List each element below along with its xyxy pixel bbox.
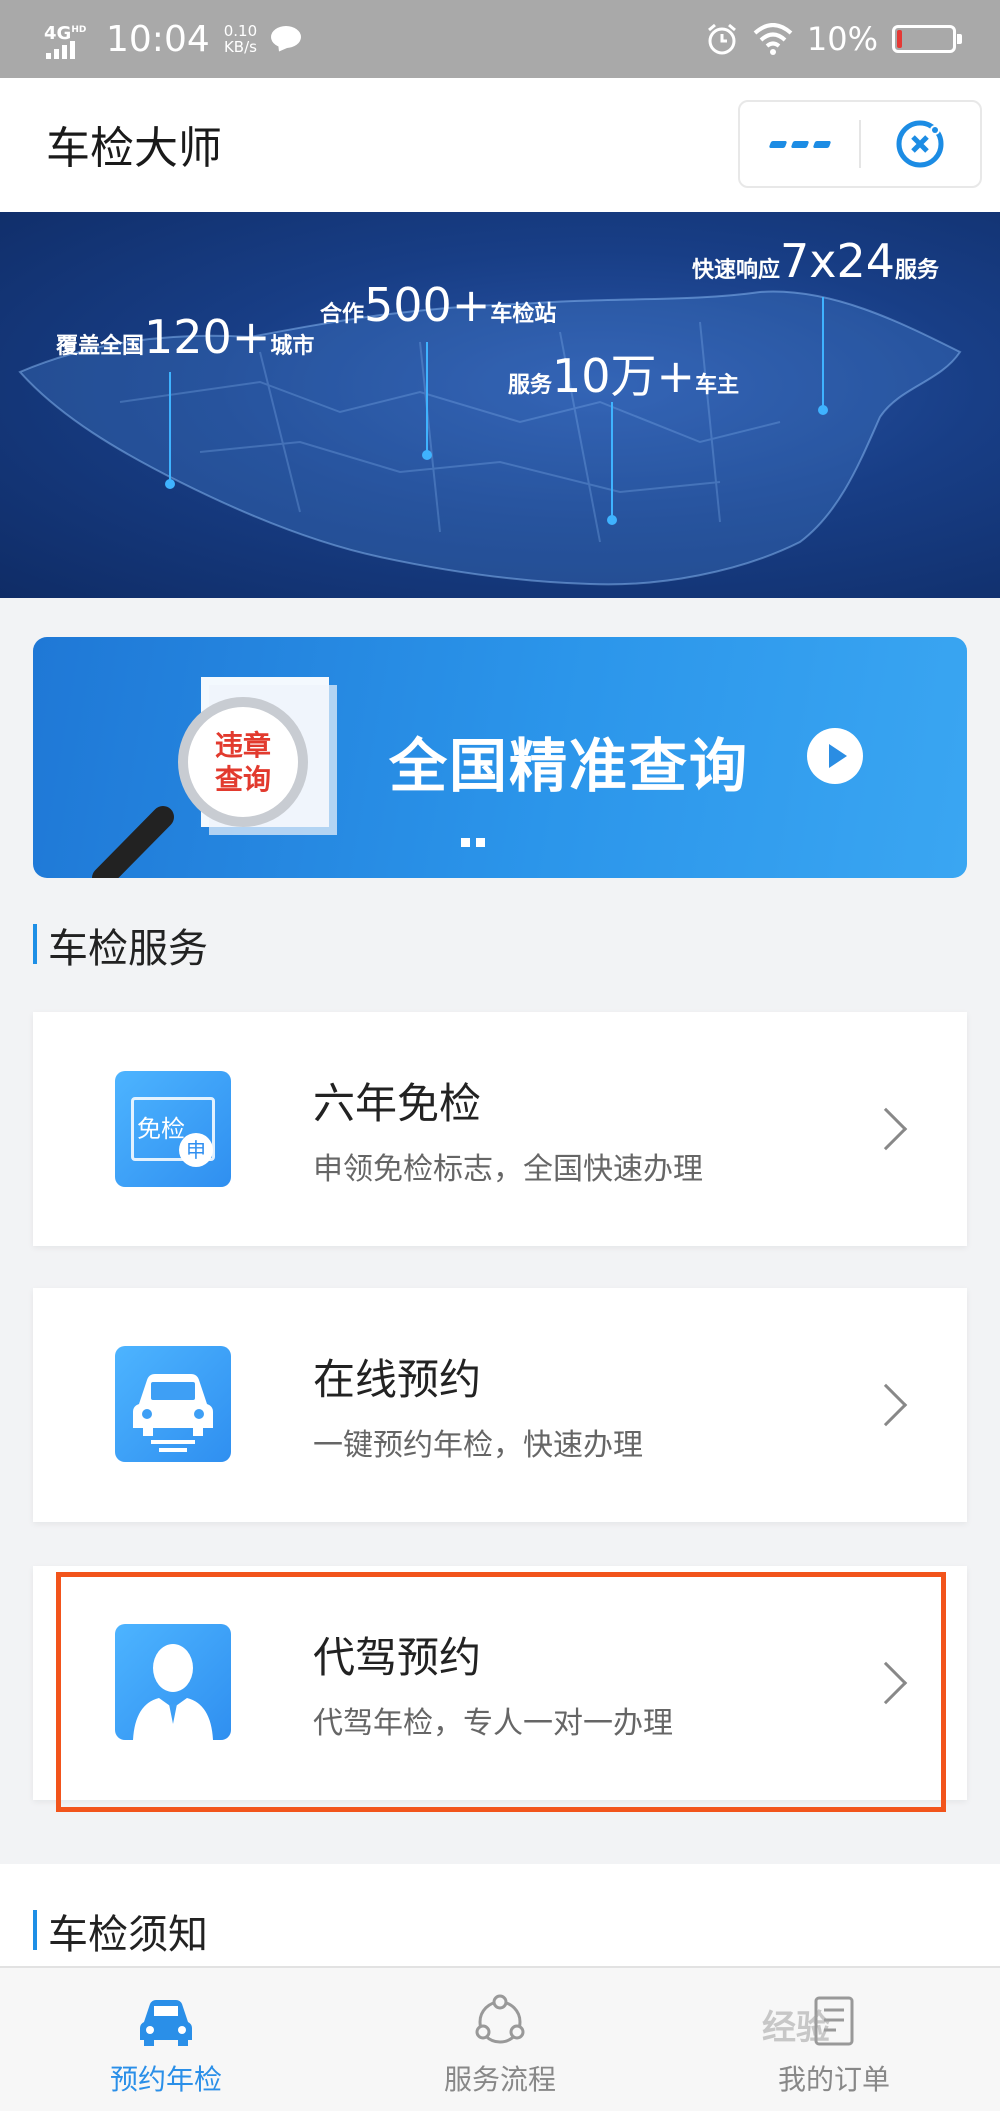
more-dots-icon[interactable] <box>740 102 859 186</box>
tab-label: 预约年检 <box>109 2063 222 2096</box>
close-target-icon[interactable] <box>861 102 980 186</box>
service-subtitle: 申领免检标志，全国快速办理 <box>313 1152 703 1187</box>
banner-stat-cities: 覆盖全国120+城市 <box>56 310 315 364</box>
violation-query-promo[interactable]: 违章 查询 全国精准查询 <box>33 637 967 878</box>
process-tab-icon <box>470 1992 530 2050</box>
service-card-online-booking[interactable]: 在线预约 一键预约年检，快速办理 <box>33 1288 967 1522</box>
exempt-certificate-icon: 免检 申 <box>115 1071 231 1187</box>
hero-banner: 覆盖全国120+城市 合作500+车检站 服务10万+车主 快速响应7x24服务 <box>0 212 1000 598</box>
status-time: 10:04 <box>106 18 210 60</box>
service-card-exempt[interactable]: 免检 申 六年免检 申领免检标志，全国快速办理 <box>33 1012 967 1246</box>
car-tab-icon <box>136 1992 196 2050</box>
tab-service-process[interactable]: 服务流程 <box>400 1992 600 2098</box>
banner-stat-stations: 合作500+车检站 <box>320 278 557 332</box>
battery-icon <box>892 25 962 53</box>
watermark: 经验 <box>762 2008 830 2048</box>
service-subtitle: 一键预约年检，快速办理 <box>313 1428 643 1463</box>
chevron-right-icon <box>864 1383 908 1427</box>
section-title-notice: 车检须知 <box>33 1902 208 1960</box>
bottom-tab-bar: 预约年检 服务流程 我的订单 <box>0 1966 1000 2111</box>
network-speed: 0.10 KB/s <box>223 22 258 56</box>
banner-stat-owners: 服务10万+车主 <box>508 349 740 403</box>
carousel-indicator <box>461 838 485 847</box>
mini-program-capsule <box>738 100 982 188</box>
magnifier-icon <box>92 677 337 878</box>
service-title: 在线预约 <box>313 1355 482 1404</box>
violation-badge: 违章 查询 <box>214 729 271 796</box>
tab-label: 我的订单 <box>777 2063 890 2096</box>
status-bar: 4GHD 10:04 0.10 KB/s 10% <box>0 0 1000 78</box>
chevron-right-icon <box>864 1107 908 1151</box>
highlight-box <box>56 1572 946 1812</box>
app-header: 车检大师 <box>0 78 1000 212</box>
play-icon[interactable] <box>807 728 863 784</box>
alarm-icon <box>707 23 736 55</box>
banner-stat-service: 快速响应7x24服务 <box>692 234 940 288</box>
promo-text: 全国精准查询 <box>389 732 750 800</box>
section-title-services: 车检服务 <box>33 916 208 974</box>
wifi-icon <box>753 23 793 55</box>
signal-icon: 4GHD <box>44 19 92 59</box>
chat-icon <box>271 26 302 52</box>
tab-book-inspection[interactable]: 预约年检 <box>66 1992 266 2098</box>
battery-percent: 10% <box>806 20 878 58</box>
tab-label: 服务流程 <box>443 2063 556 2096</box>
service-title: 六年免检 <box>313 1079 482 1128</box>
page-title: 车检大师 <box>46 123 222 174</box>
status-bar-left: 4GHD 10:04 0.10 KB/s <box>44 14 302 64</box>
status-bar-right: 10% <box>705 14 962 64</box>
car-icon <box>115 1346 231 1462</box>
